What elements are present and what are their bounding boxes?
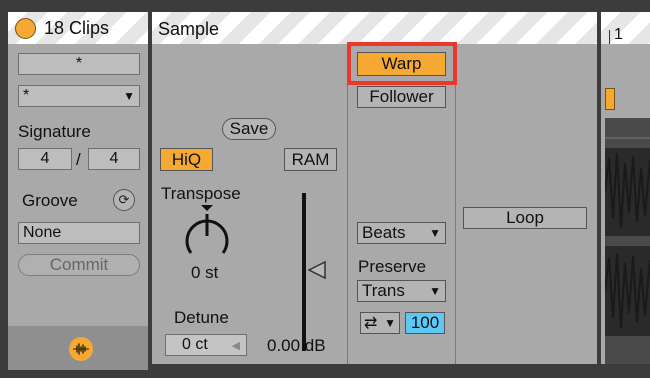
waveform-display[interactable] bbox=[605, 118, 650, 364]
transpose-value: 0 st bbox=[191, 263, 219, 282]
preserve-dropdown[interactable]: Trans ▼ bbox=[357, 280, 446, 302]
warp-button[interactable]: Warp bbox=[357, 52, 446, 76]
detune-field[interactable]: 0 ct ◀ bbox=[165, 334, 247, 356]
bar-number: 1 bbox=[614, 26, 623, 43]
clip-color-dropdown[interactable]: * ▼ bbox=[18, 85, 140, 107]
warp-mode-dropdown[interactable]: Beats ▼ bbox=[357, 222, 446, 244]
clip-count-title: 18 Clips bbox=[44, 18, 110, 38]
groove-label: Groove bbox=[22, 191, 78, 210]
transpose-knob[interactable] bbox=[180, 205, 234, 265]
clip-color-swatch[interactable] bbox=[15, 18, 36, 39]
chevron-down-icon: ▼ bbox=[429, 284, 441, 298]
signature-denominator[interactable]: 4 bbox=[88, 148, 140, 170]
signature-label: Signature bbox=[18, 122, 91, 141]
loop-mode-icon: ⇄ bbox=[364, 315, 378, 332]
signature-numerator[interactable]: 4 bbox=[18, 148, 72, 170]
warp-mode-value: Beats bbox=[362, 223, 406, 242]
signature-slash: / bbox=[76, 150, 81, 169]
triangle-left-icon: ◀ bbox=[231, 339, 240, 352]
chevron-down-icon: ▼ bbox=[429, 226, 441, 240]
warp-column-right-divider bbox=[455, 44, 456, 364]
groove-field[interactable]: None bbox=[18, 222, 140, 244]
loop-brace[interactable] bbox=[605, 88, 615, 110]
loop-button[interactable]: Loop bbox=[463, 207, 587, 229]
preserve-value: Trans bbox=[362, 281, 405, 300]
sample-panel-title: Sample bbox=[158, 19, 220, 39]
follower-button[interactable]: Follower bbox=[357, 86, 446, 108]
volume-fader-track bbox=[302, 193, 306, 351]
save-button[interactable]: Save bbox=[222, 118, 276, 140]
gain-value: 0.00 dB bbox=[267, 336, 326, 355]
chevron-down-icon: ▼ bbox=[123, 89, 135, 103]
detune-value: 0 ct bbox=[182, 336, 208, 353]
hiq-button[interactable]: HiQ bbox=[160, 148, 213, 171]
loop-amount-field[interactable]: 100 bbox=[405, 312, 445, 334]
warp-column-left-divider bbox=[347, 44, 348, 364]
clip-name-field[interactable]: * bbox=[18, 53, 140, 75]
preserve-label: Preserve bbox=[358, 257, 427, 276]
hot-swap-icon[interactable]: ⟳ bbox=[113, 189, 135, 211]
clip-color-dropdown-value: * bbox=[23, 87, 30, 104]
detune-label: Detune bbox=[174, 308, 229, 327]
loop-mode-dropdown[interactable]: ⇄ ▼ bbox=[360, 312, 400, 334]
volume-fader-handle[interactable] bbox=[307, 260, 327, 285]
transpose-label: Transpose bbox=[161, 184, 241, 203]
waveform-toggle-icon[interactable] bbox=[69, 337, 93, 361]
chevron-down-icon: ▼ bbox=[384, 316, 396, 330]
ruler-tick bbox=[609, 30, 610, 44]
commit-button[interactable]: Commit bbox=[18, 254, 140, 276]
ram-button[interactable]: RAM bbox=[284, 148, 337, 171]
